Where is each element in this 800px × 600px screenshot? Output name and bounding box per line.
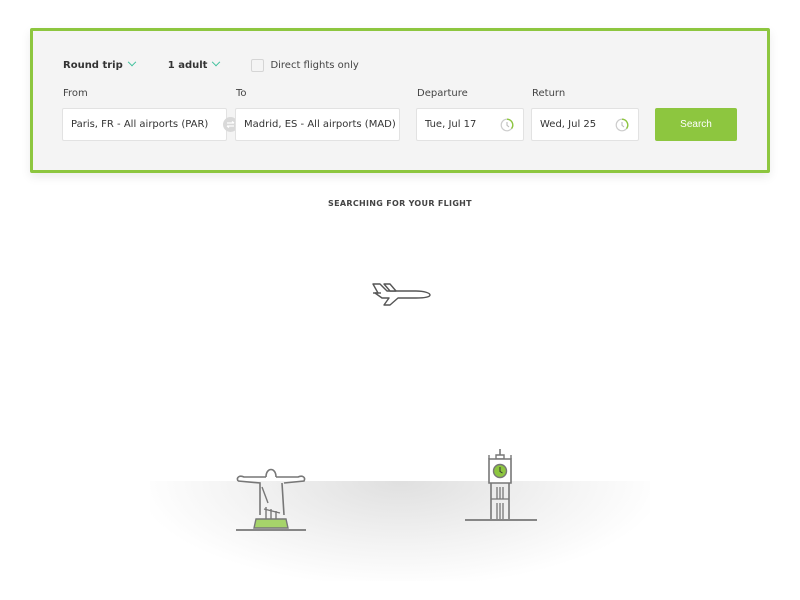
departure-value: Tue, Jul 17 bbox=[425, 119, 477, 130]
passengers-dropdown[interactable]: 1 adult bbox=[167, 57, 221, 71]
clock-icon[interactable] bbox=[615, 118, 629, 132]
big-ben-icon bbox=[465, 449, 537, 521]
clock-icon[interactable] bbox=[500, 118, 514, 132]
chevron-down-icon bbox=[212, 57, 221, 67]
swap-icon bbox=[226, 121, 235, 128]
passengers-label: 1 adult bbox=[167, 59, 208, 71]
options-row: Round trip 1 adult Direct flights only bbox=[63, 57, 359, 73]
direct-flights-option[interactable]: Direct flights only bbox=[251, 58, 359, 72]
return-value: Wed, Jul 25 bbox=[540, 119, 597, 130]
direct-flights-label: Direct flights only bbox=[270, 59, 359, 71]
to-label: To bbox=[236, 88, 247, 99]
departure-date-input[interactable]: Tue, Jul 17 bbox=[416, 108, 524, 141]
search-button[interactable]: Search bbox=[655, 108, 737, 141]
return-date-input[interactable]: Wed, Jul 25 bbox=[531, 108, 639, 141]
chevron-down-icon bbox=[127, 57, 136, 67]
from-input[interactable]: Paris, FR - All airports (PAR) bbox=[62, 108, 227, 141]
trip-type-dropdown[interactable]: Round trip bbox=[63, 57, 136, 71]
flight-search-panel: Round trip 1 adult Direct flights only F… bbox=[30, 28, 770, 173]
airplane-icon bbox=[372, 283, 431, 306]
from-label: From bbox=[63, 88, 88, 99]
return-label: Return bbox=[532, 88, 566, 99]
trip-type-label: Round trip bbox=[63, 59, 123, 71]
searching-status: SEARCHING FOR YOUR FLIGHT bbox=[328, 199, 472, 208]
direct-flights-checkbox[interactable] bbox=[251, 58, 265, 72]
from-value: Paris, FR - All airports (PAR) bbox=[71, 119, 209, 130]
christ-the-redeemer-icon bbox=[236, 468, 306, 531]
departure-label: Departure bbox=[417, 88, 468, 99]
ground-shadow bbox=[150, 481, 650, 581]
to-value: Madrid, ES - All airports (MAD) bbox=[244, 119, 396, 130]
to-input[interactable]: Madrid, ES - All airports (MAD) bbox=[235, 108, 400, 141]
